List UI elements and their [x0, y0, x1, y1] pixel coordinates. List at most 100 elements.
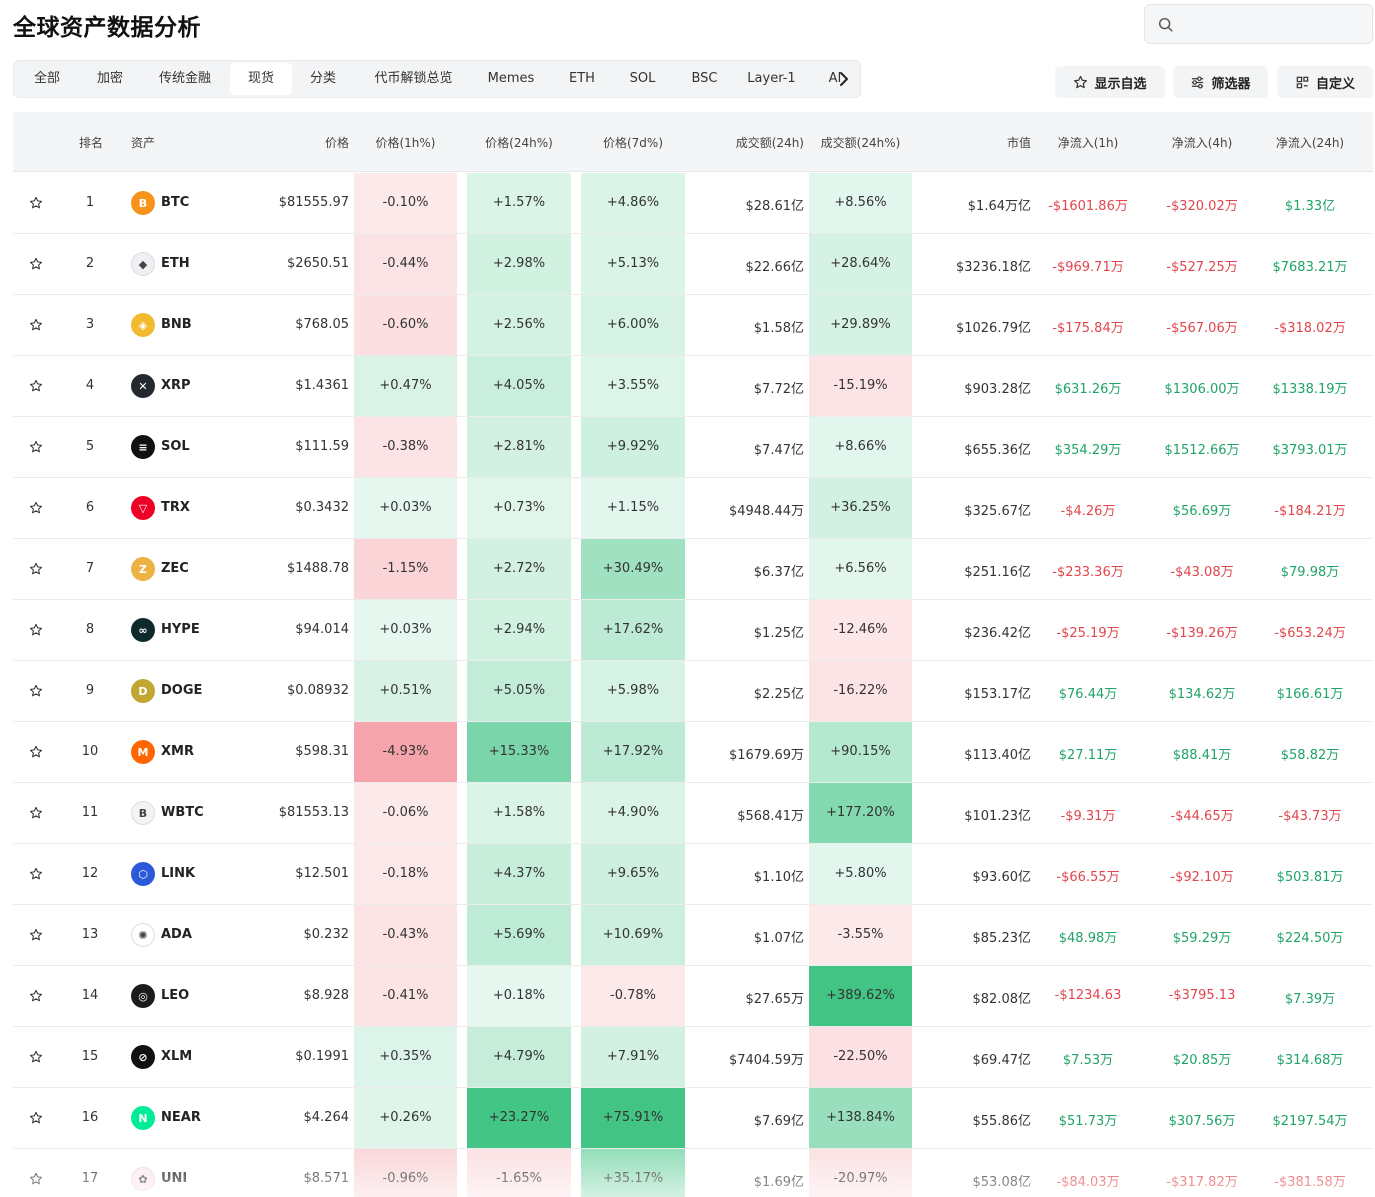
asset-symbol[interactable]: NEAR	[161, 1110, 201, 1125]
column-volume-24h[interactable]: 成交额(24h%)	[809, 134, 912, 151]
table-row[interactable]: 4 ✕ XRP $1.4361 +0.47% +4.05% +3.55% -15.19% $7.…	[13, 356, 1373, 417]
near-icon: N	[131, 1106, 155, 1130]
column-rank[interactable]: 排名	[79, 134, 103, 151]
filter-button[interactable]: 筛选器	[1173, 66, 1268, 98]
inflow-in24h: $3793.01万	[1272, 443, 1348, 458]
asset-symbol[interactable]: TRX	[161, 500, 190, 515]
table-row[interactable]: 6 ▽ TRX $0.3432 +0.03% +0.73% +1.15% +36.25% $49…	[13, 478, 1373, 539]
tab-5[interactable]: 代币解锁总览	[357, 63, 470, 95]
column-inflow-1h[interactable]: 净流入(1h)	[1035, 134, 1141, 151]
price: $598.31	[295, 744, 349, 759]
table-row[interactable]: 5 ≡ SOL $111.59 -0.38% +2.81% +9.92% +8.66% $7.4…	[13, 417, 1373, 478]
table-row[interactable]: 3 ◈ BNB $768.05 -0.60% +2.56% +6.00% +29.89% $1.…	[13, 295, 1373, 356]
change-vol24: +36.25%	[830, 500, 891, 515]
table-row[interactable]: 7 Z ZEC $1488.78 -1.15% +2.72% +30.49% +6.56% $6…	[13, 539, 1373, 600]
asset-symbol[interactable]: ADA	[161, 927, 192, 942]
star-icon[interactable]	[29, 623, 43, 637]
table-row[interactable]: 17 ✿ UNI $8.571 -0.96% -1.65% +35.17% -20.97% $1…	[13, 1149, 1373, 1197]
asset-symbol[interactable]: BNB	[161, 317, 192, 332]
asset-symbol[interactable]: ZEC	[161, 561, 189, 576]
table-row[interactable]: 1 B BTC $81555.97 -0.10% +1.57% +4.86% +8.56% $2…	[13, 173, 1373, 234]
inflow-in4h: $1512.66万	[1164, 443, 1240, 458]
star-icon[interactable]	[29, 684, 43, 698]
tab-3[interactable]: 现货	[230, 63, 292, 95]
asset-symbol[interactable]: WBTC	[161, 805, 204, 820]
star-icon[interactable]	[29, 867, 43, 881]
star-icon[interactable]	[29, 806, 43, 820]
asset-symbol[interactable]: HYPE	[161, 622, 200, 637]
column-volume[interactable]: 成交额(24h)	[703, 134, 804, 151]
asset-symbol[interactable]: LINK	[161, 866, 195, 881]
price: $111.59	[295, 439, 349, 454]
table-row[interactable]: 14 ◎ LEO $8.928 -0.41% +0.18% -0.78% +389.62% $2…	[13, 966, 1373, 1027]
star-icon[interactable]	[29, 1050, 43, 1064]
table-row[interactable]: 10 M XMR $598.31 -4.93% +15.33% +17.92% +90.15%…	[13, 722, 1373, 783]
search-box[interactable]	[1144, 4, 1373, 44]
star-icon[interactable]	[29, 257, 43, 271]
change-p7d: +9.65%	[606, 866, 660, 881]
change-p24h: -1.65%	[496, 1171, 542, 1186]
asset-symbol[interactable]: XLM	[161, 1049, 192, 1064]
inflow-in24h: -$381.58万	[1274, 1175, 1346, 1190]
tab-0[interactable]: 全部	[19, 63, 75, 95]
asset-symbol[interactable]: XMR	[161, 744, 194, 759]
chevron-right-icon[interactable]	[836, 69, 852, 89]
table-row[interactable]: 11 B WBTC $81553.13 -0.06% +1.58% +4.90% +177.2…	[13, 783, 1373, 844]
column-price-7d[interactable]: 价格(7d%)	[581, 134, 685, 151]
star-icon[interactable]	[29, 501, 43, 515]
tab-1[interactable]: 加密	[82, 63, 138, 95]
star-icon[interactable]	[29, 928, 43, 942]
table-row[interactable]: 16 N NEAR $4.264 +0.26% +23.27% +75.91% +138.84…	[13, 1088, 1373, 1149]
column-inflow-4h[interactable]: 净流入(4h)	[1149, 134, 1255, 151]
tab-8[interactable]: SOL	[615, 63, 670, 95]
tab-2[interactable]: 传统金融	[143, 63, 227, 95]
star-icon[interactable]	[29, 745, 43, 759]
tab-7[interactable]: ETH	[551, 63, 613, 95]
rank: 14	[81, 988, 99, 1003]
star-icon[interactable]	[29, 562, 43, 576]
asset-symbol[interactable]: LEO	[161, 988, 189, 1003]
table-row[interactable]: 9 D DOGE $0.08932 +0.51% +5.05% +5.98% -16.22% $…	[13, 661, 1373, 722]
tab-6[interactable]: Memes	[477, 63, 545, 95]
tab-9[interactable]: BSC	[679, 63, 730, 95]
star-icon[interactable]	[29, 1172, 43, 1186]
price: $1488.78	[286, 561, 349, 576]
column-price-24h[interactable]: 价格(24h%)	[467, 134, 571, 151]
inflow-in1h: -$1234.63	[1054, 988, 1122, 1003]
tab-4[interactable]: 分类	[293, 63, 353, 95]
tab-10[interactable]: Layer-1	[736, 63, 807, 95]
column-price[interactable]: 价格	[249, 134, 349, 151]
rank: 10	[81, 744, 99, 759]
table-row[interactable]: 13 ✺ ADA $0.232 -0.43% +5.69% +10.69% -3.55% $1.…	[13, 905, 1373, 966]
change-p24h: +5.05%	[492, 683, 546, 698]
table-row[interactable]: 12 ⬡ LINK $12.501 -0.18% +4.37% +9.65% +5.80% $1…	[13, 844, 1373, 905]
star-icon[interactable]	[29, 1111, 43, 1125]
asset-symbol[interactable]: BTC	[161, 195, 189, 210]
table-row[interactable]: 15 ⊘ XLM $0.1991 +0.35% +4.79% +7.91% -22.50% $7…	[13, 1027, 1373, 1088]
asset-symbol[interactable]: SOL	[161, 439, 190, 454]
change-vol24: +8.56%	[834, 195, 887, 210]
rank: 17	[81, 1171, 99, 1186]
column-asset[interactable]: 资产	[131, 134, 155, 151]
star-icon[interactable]	[29, 196, 43, 210]
star-icon[interactable]	[29, 989, 43, 1003]
show-watchlist-button[interactable]: 显示自选	[1055, 66, 1165, 98]
asset-symbol[interactable]: XRP	[161, 378, 191, 393]
inflow-in1h: -$66.55万	[1056, 870, 1120, 885]
column-market-cap[interactable]: 市值	[931, 134, 1031, 151]
change-p7d: +6.00%	[606, 317, 660, 332]
customize-button[interactable]: 自定义	[1277, 66, 1373, 98]
asset-symbol[interactable]: UNI	[161, 1171, 187, 1186]
category-tabbar: 全部 加密 传统金融 现货 分类 代币解锁总览 Memes ETH SOL BSC Layer-1 A…	[13, 60, 861, 98]
table-row[interactable]: 8 ∞ HYPE $94.014 +0.03% +2.94% +17.62% -12.46% $…	[13, 600, 1373, 661]
table-row[interactable]: 2 ◆ ETH $2650.51 -0.44% +2.98% +5.13% +28.64% $2…	[13, 234, 1373, 295]
asset-symbol[interactable]: ETH	[161, 256, 190, 271]
star-icon[interactable]	[29, 440, 43, 454]
star-icon[interactable]	[29, 379, 43, 393]
market-cap: $251.16亿	[964, 565, 1031, 580]
column-price-1h[interactable]: 价格(1h%)	[354, 134, 457, 151]
change-p7d: +17.92%	[602, 744, 664, 759]
column-inflow-24h[interactable]: 净流入(24h)	[1257, 134, 1363, 151]
star-icon[interactable]	[29, 318, 43, 332]
asset-symbol[interactable]: DOGE	[161, 683, 202, 698]
